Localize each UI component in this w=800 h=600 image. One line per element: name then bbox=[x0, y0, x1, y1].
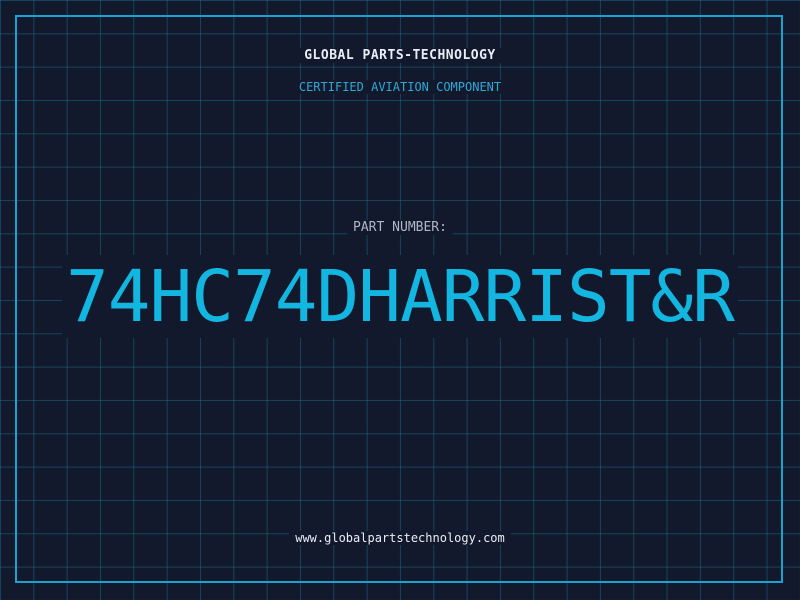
part-number-value-text: 74HC74DHARRIST&R bbox=[62, 255, 738, 338]
company-name: GLOBAL PARTS-TECHNOLOGY bbox=[0, 48, 800, 63]
card-canvas: GLOBAL PARTS-TECHNOLOGY CERTIFIED AVIATI… bbox=[0, 0, 800, 600]
website-url: www.globalpartstechnology.com bbox=[0, 531, 800, 545]
part-number-label-text: PART NUMBER: bbox=[347, 220, 453, 235]
company-name-text: GLOBAL PARTS-TECHNOLOGY bbox=[298, 48, 502, 63]
certification-subtitle-text: CERTIFIED AVIATION COMPONENT bbox=[292, 80, 508, 94]
certification-subtitle: CERTIFIED AVIATION COMPONENT bbox=[0, 80, 800, 94]
part-number-label: PART NUMBER: bbox=[0, 220, 800, 235]
part-number-value: 74HC74DHARRIST&R bbox=[0, 255, 800, 339]
website-url-text: www.globalpartstechnology.com bbox=[289, 531, 511, 545]
